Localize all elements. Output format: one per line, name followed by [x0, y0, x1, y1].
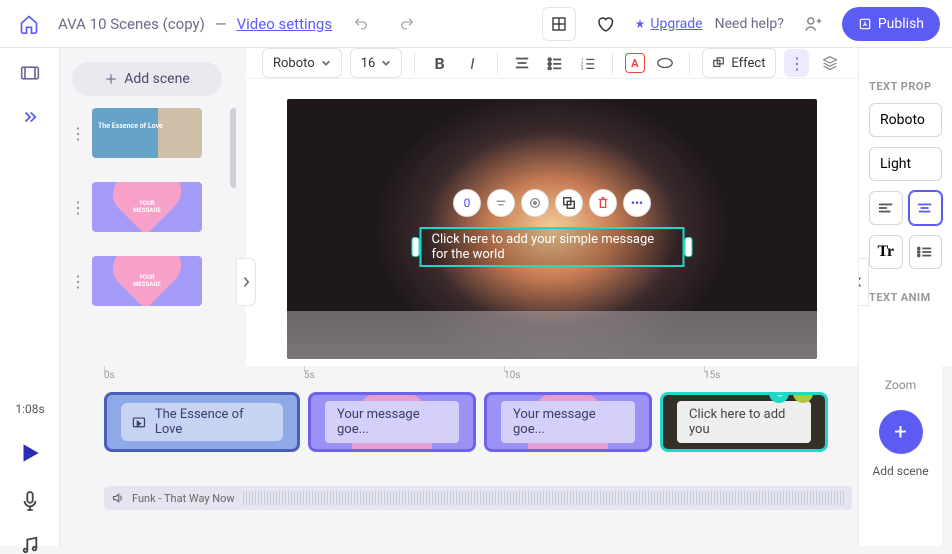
video-settings-link[interactable]: Video settings — [237, 15, 333, 33]
right-properties-panel: TEXT PROP Roboto Light Tr TEXT ANIM — [858, 48, 952, 366]
home-icon[interactable] — [12, 7, 46, 41]
prop-font-select[interactable]: Roboto — [869, 103, 942, 137]
numbered-list-button[interactable]: 123 — [575, 49, 600, 77]
resize-handle-right[interactable] — [685, 237, 693, 257]
scene-thumbnail-list: ⋮ The Essence of Love ⋮ YOUR MESSAGE ⋮ Y… — [70, 108, 236, 356]
bullet-list-button[interactable] — [542, 49, 567, 77]
svg-text:3: 3 — [581, 66, 584, 70]
media-icon[interactable] — [20, 64, 40, 82]
collapse-properties-button[interactable] — [858, 258, 869, 306]
font-family-select[interactable]: Roboto — [262, 48, 342, 78]
scrollbar-thumb[interactable] — [230, 108, 236, 188]
italic-button[interactable]: I — [460, 49, 485, 77]
align-center-button[interactable] — [909, 191, 943, 225]
scene-thumb-row[interactable]: ⋮ YOUR MESSAGE — [70, 256, 236, 306]
section-header: TEXT ANIM — [869, 291, 942, 304]
scene-thumb-row[interactable]: ⋮ The Essence of Love — [70, 108, 236, 158]
timeline-area: 1:08s 0s 5s 10s 15s The Essence of Love — [60, 366, 952, 546]
tool-button[interactable] — [487, 189, 515, 217]
timeline-clip[interactable]: The Essence of Love — [104, 392, 300, 452]
zoom-label: Zoom — [885, 378, 916, 392]
resize-handle-left[interactable] — [412, 237, 420, 257]
need-help-link[interactable]: Need help? — [715, 16, 784, 32]
list-style-button[interactable] — [909, 235, 943, 269]
text-edit-box[interactable]: Click here to add your simple message fo… — [420, 227, 685, 267]
music-button[interactable] — [21, 536, 39, 554]
layers-button[interactable] — [817, 49, 842, 77]
canvas-viewport: 0 ••• Click here to add your simple mess… — [246, 79, 858, 379]
favorite-icon[interactable] — [588, 7, 622, 41]
text-case-button[interactable]: Tr — [869, 235, 903, 269]
format-toolbar: Roboto 16 B I 123 A — [246, 48, 858, 79]
speaker-icon — [112, 492, 124, 504]
scene-menu-icon[interactable]: ⋮ — [70, 198, 86, 217]
clip-icon — [131, 414, 147, 430]
playhead-time: 1:08s — [15, 402, 44, 416]
upgrade-link[interactable]: Upgrade — [634, 16, 702, 32]
audio-waveform — [243, 491, 844, 505]
top-bar: AVA 10 Scenes (copy) — Video settings Up… — [0, 0, 952, 48]
scene-thumb-row[interactable]: ⋮ YOUR MESSAGE — [70, 182, 236, 232]
bold-button[interactable]: B — [427, 49, 452, 77]
scene-thumbnail[interactable]: The Essence of Love — [92, 108, 202, 158]
duplicate-button[interactable] — [555, 189, 583, 217]
expand-rail-icon[interactable] — [21, 110, 39, 124]
floating-element-toolbar: 0 ••• — [453, 189, 651, 217]
layout-grid-button[interactable] — [542, 7, 576, 41]
more-options-button[interactable]: ⋮ — [784, 49, 809, 77]
timeline-side-panel: Zoom + Add scene — [858, 366, 942, 546]
project-title[interactable]: AVA 10 Scenes (copy) — [58, 15, 205, 33]
section-header: TEXT PROP — [869, 80, 942, 93]
timeline-ruler[interactable]: 0s 5s 10s 15s — [104, 370, 852, 388]
timeline-track[interactable]: The Essence of Love Your message goe... … — [104, 392, 852, 454]
timeline-clip[interactable]: Your message goe... — [308, 392, 476, 452]
timeline-clip[interactable]: Your message goe... — [484, 392, 652, 452]
publish-button[interactable]: Publish — [842, 7, 940, 41]
more-button[interactable]: ••• — [623, 189, 651, 217]
invite-user-button[interactable] — [796, 7, 830, 41]
scene-menu-icon[interactable]: ⋮ — [70, 272, 86, 291]
scene-menu-icon[interactable]: ⋮ — [70, 124, 86, 143]
highlight-button[interactable] — [653, 49, 678, 77]
undo-button[interactable] — [344, 7, 378, 41]
align-left-button[interactable] — [869, 191, 903, 225]
project-title-area: AVA 10 Scenes (copy) — Video settings — [58, 15, 332, 33]
audio-track-label: Funk - That Way Now — [132, 492, 235, 505]
z-index-badge[interactable]: 0 — [453, 189, 481, 217]
timeline-clip-selected[interactable]: ⟲ ^ Click here to add you — [660, 392, 828, 452]
align-button[interactable] — [510, 49, 535, 77]
play-button[interactable] — [17, 440, 43, 466]
text-color-button[interactable]: A — [625, 53, 645, 73]
effect-button[interactable]: Effect — [702, 48, 776, 78]
clip-badge-icon[interactable]: ^ — [793, 392, 813, 403]
voiceover-button[interactable] — [21, 490, 39, 512]
add-scene-button[interactable]: Add scene — [72, 62, 222, 96]
add-scene-fab[interactable]: + — [879, 410, 923, 454]
prop-weight-select[interactable]: Light — [869, 147, 942, 181]
add-scene-fab-label: Add scene — [872, 464, 928, 478]
scene-thumbnail[interactable]: YOUR MESSAGE — [92, 182, 202, 232]
delete-button[interactable] — [589, 189, 617, 217]
tool-button[interactable] — [521, 189, 549, 217]
video-frame[interactable]: 0 ••• Click here to add your simple mess… — [287, 99, 817, 359]
redo-button[interactable] — [390, 7, 424, 41]
canvas-area: Roboto 16 B I 123 A — [246, 48, 858, 366]
clip-badge-icon[interactable]: ⟲ — [769, 392, 789, 403]
scene-thumbnail[interactable]: YOUR MESSAGE — [92, 256, 202, 306]
title-separator: — — [215, 15, 227, 33]
collapse-scenes-button[interactable] — [236, 258, 256, 306]
audio-track[interactable]: Funk - That Way Now — [104, 486, 852, 510]
font-size-select[interactable]: 16 — [350, 48, 403, 78]
